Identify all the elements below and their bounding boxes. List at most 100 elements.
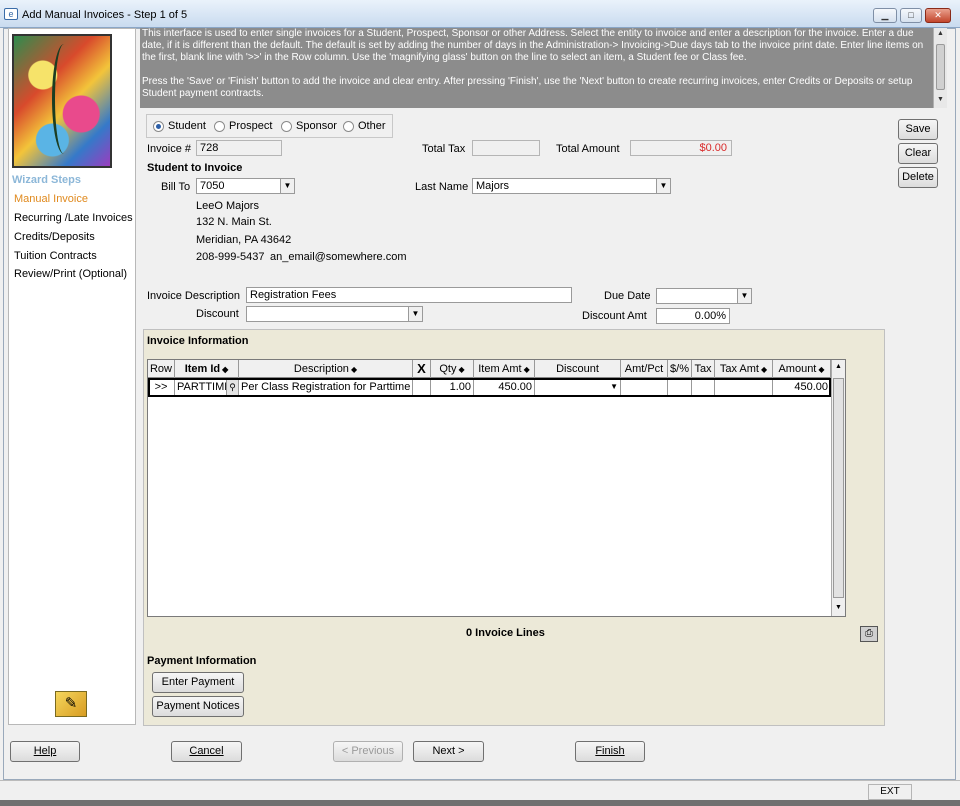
- delete-button[interactable]: Delete: [898, 167, 938, 188]
- wizard-step-tuition-contracts[interactable]: Tuition Contracts: [14, 250, 97, 262]
- previous-button[interactable]: < Previous: [333, 741, 403, 762]
- qty-cell[interactable]: 1.00: [431, 379, 474, 396]
- description-cell[interactable]: Per Class Registration for Parttime st: [239, 379, 413, 396]
- radio-sponsor[interactable]: Sponsor: [281, 120, 337, 132]
- radio-prospect[interactable]: Prospect: [214, 120, 272, 132]
- address-city: Meridian, PA 43642: [196, 234, 292, 246]
- print-icon[interactable]: ⎙: [860, 626, 878, 642]
- enter-payment-button[interactable]: Enter Payment: [152, 672, 244, 693]
- student-to-invoice-heading: Student to Invoice: [147, 162, 243, 174]
- magnifying-glass-icon[interactable]: ⚲: [227, 379, 239, 396]
- total-amount-label: Total Amount: [556, 143, 620, 155]
- finish-button[interactable]: Finish: [575, 741, 645, 762]
- item-id-cell[interactable]: PARTTIME: [175, 379, 227, 396]
- column-header-item-id[interactable]: Item Id ◆: [175, 360, 239, 378]
- radio-other[interactable]: Other: [343, 120, 386, 132]
- last-name-select[interactable]: Majors ▼: [472, 178, 671, 194]
- sort-icon: ◆: [222, 365, 229, 374]
- tax-amt-cell[interactable]: [715, 379, 773, 396]
- chevron-down-icon[interactable]: ▼: [408, 307, 422, 321]
- app-icon: e: [4, 8, 18, 20]
- invoice-information-heading: Invoice Information: [147, 335, 249, 347]
- clear-button[interactable]: Clear: [898, 143, 938, 164]
- column-header-amt-pct[interactable]: Amt/Pct: [621, 360, 668, 378]
- column-header-item-amt[interactable]: Item Amt ◆: [474, 360, 535, 378]
- scroll-thumb[interactable]: [833, 378, 844, 598]
- delete-line-cell[interactable]: [413, 379, 431, 396]
- discount-label: Discount: [196, 308, 239, 320]
- wizard-step-recurring-late-invoices[interactable]: Recurring /Late Invoices: [14, 212, 133, 224]
- invoice-lines-summary: 0 Invoice Lines: [466, 627, 545, 639]
- instructions-scrollbar[interactable]: ▲ ▼: [933, 28, 947, 108]
- column-header-description[interactable]: Description ◆: [239, 360, 413, 378]
- chevron-down-icon[interactable]: ▼: [610, 379, 618, 395]
- radio-unselected-icon: [281, 120, 292, 132]
- scroll-down-icon[interactable]: ▼: [835, 604, 842, 611]
- payment-notices-button[interactable]: Payment Notices: [152, 696, 244, 717]
- maximize-button[interactable]: □: [900, 8, 922, 23]
- instructions-paragraph-2: Press the 'Save' or 'Finish' button to a…: [142, 76, 913, 99]
- entity-radio-group: Student Prospect Sponsor Other: [146, 114, 393, 138]
- close-button[interactable]: ✕: [925, 8, 951, 23]
- column-header-qty[interactable]: Qty ◆: [431, 360, 474, 378]
- minimize-button[interactable]: ▁: [873, 8, 897, 23]
- wizard-steps-heading: Wizard Steps: [12, 174, 81, 186]
- column-header-row[interactable]: Row: [148, 360, 175, 378]
- wizard-step-manual-invoice[interactable]: Manual Invoice: [14, 193, 88, 205]
- grid-header: Row Item Id ◆ Description ◆ X Qty ◆ Item Am…: [148, 360, 831, 378]
- status-ext-indicator: EXT: [868, 784, 912, 800]
- address-name: LeeO Majors: [196, 200, 259, 212]
- payment-information-heading: Payment Information: [147, 655, 257, 667]
- bill-to-select[interactable]: 7050 ▼: [196, 178, 295, 194]
- radio-unselected-icon: [343, 120, 354, 132]
- invoice-number-field: 728: [196, 140, 282, 156]
- wizard-step-review-print[interactable]: Review/Print (Optional): [14, 268, 127, 280]
- item-amt-cell[interactable]: 450.00: [474, 379, 535, 396]
- table-row-indicator: >>: [148, 379, 175, 396]
- sort-icon: ◆: [760, 365, 768, 374]
- save-button[interactable]: Save: [898, 119, 938, 140]
- column-header-tax[interactable]: Tax: [692, 360, 715, 378]
- dollar-pct-cell[interactable]: [668, 379, 692, 396]
- scroll-down-icon[interactable]: ▼: [937, 96, 944, 103]
- amount-cell[interactable]: 450.00: [773, 379, 831, 396]
- cancel-button[interactable]: Cancel: [171, 741, 242, 762]
- radio-student[interactable]: Student: [153, 120, 206, 132]
- wizard-artwork-image: [12, 34, 112, 168]
- discount-amt-field[interactable]: 0.00%: [656, 308, 730, 324]
- grid-scrollbar[interactable]: ▲ ▼: [831, 360, 845, 616]
- discount-select[interactable]: ▼: [246, 306, 423, 322]
- sort-icon: ◆: [523, 365, 530, 374]
- invoice-number-label: Invoice #: [147, 143, 192, 155]
- discount-cell[interactable]: ▼: [535, 379, 621, 396]
- last-name-label: Last Name: [415, 181, 469, 193]
- chevron-down-icon[interactable]: ▼: [737, 289, 751, 303]
- discount-amt-label: Discount Amt: [582, 310, 647, 322]
- next-button[interactable]: Next >: [413, 741, 484, 762]
- wizard-step-credits-deposits[interactable]: Credits/Deposits: [14, 231, 95, 243]
- column-header-discount[interactable]: Discount: [535, 360, 621, 378]
- chevron-down-icon[interactable]: ▼: [656, 179, 670, 193]
- invoice-lines-grid[interactable]: Row Item Id ◆ Description ◆ X Qty ◆ Item Am…: [147, 359, 846, 617]
- column-header-dollar-pct[interactable]: $/%: [668, 360, 692, 378]
- address-email: an_email@somewhere.com: [270, 251, 407, 263]
- radio-selected-icon: [153, 120, 164, 132]
- scroll-up-icon[interactable]: ▲: [835, 363, 842, 370]
- column-header-amount[interactable]: Amount ◆: [773, 360, 831, 378]
- amt-pct-cell[interactable]: [621, 379, 668, 396]
- scroll-up-icon[interactable]: ▲: [937, 30, 944, 37]
- sort-icon: ◆: [458, 365, 465, 374]
- instructions-paragraph-1: This interface is used to enter single i…: [142, 28, 924, 63]
- address-phone: 208-999-5437: [196, 251, 265, 263]
- help-button[interactable]: Help: [10, 741, 80, 762]
- column-header-tax-amt[interactable]: Tax Amt ◆: [715, 360, 773, 378]
- sort-icon: ◆: [350, 365, 358, 374]
- chevron-down-icon[interactable]: ▼: [280, 179, 294, 193]
- column-header-delete[interactable]: X: [413, 360, 431, 378]
- due-date-picker[interactable]: ▼: [656, 288, 752, 304]
- tax-cell[interactable]: [692, 379, 715, 396]
- sort-icon: ◆: [818, 365, 825, 374]
- invoice-description-input[interactable]: Registration Fees: [246, 287, 572, 303]
- due-date-label: Due Date: [604, 290, 651, 302]
- scroll-thumb[interactable]: [936, 44, 945, 90]
